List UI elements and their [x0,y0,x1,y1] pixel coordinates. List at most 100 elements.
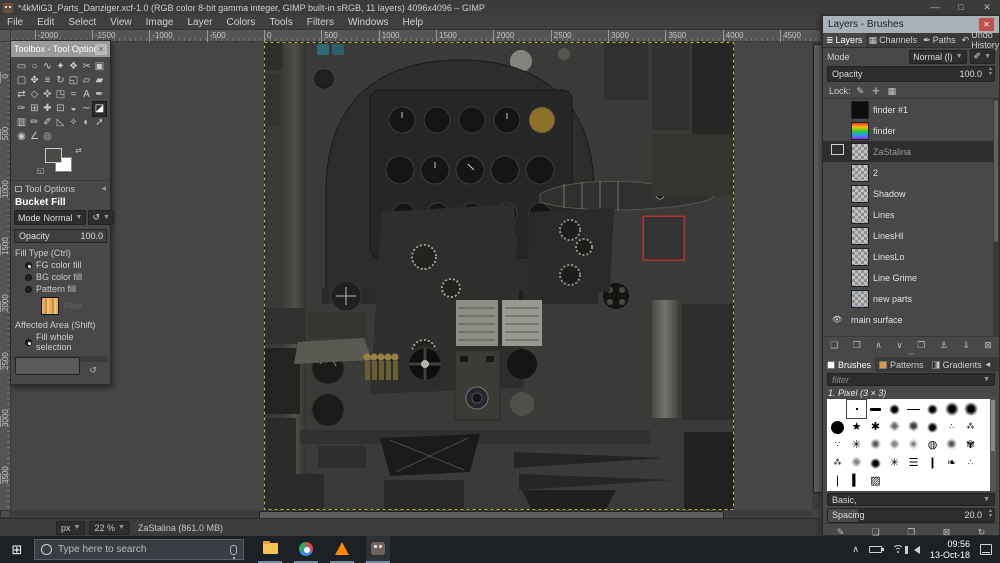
layer-row-shadow[interactable]: Shadow [823,183,999,204]
default-colors-icon[interactable]: ◱ [37,166,45,175]
panel-menu-icon[interactable]: ◂ [101,183,106,194]
tool-airbrush[interactable]: ✧ [67,116,80,130]
menu-windows[interactable]: Windows [341,17,396,28]
tool-move[interactable]: ✥ [28,74,41,88]
menu-image[interactable]: Image [139,17,181,28]
tool-heal[interactable]: ✚ [41,102,54,116]
new-layer-group-button[interactable]: ❒ [853,340,861,351]
layer-visibility-toggle[interactable] [827,270,847,285]
brush-swatch[interactable]: ❉ [885,418,904,436]
tool-free-select[interactable]: ∿ [41,60,54,74]
brush-swatch[interactable]: ⁂ [961,418,980,436]
brush-swatch[interactable] [828,418,847,436]
paint-mode-dropdown[interactable]: ModeNormal▼ [14,210,86,225]
layer-visibility-toggle[interactable] [827,144,847,159]
brush-swatch[interactable] [961,400,980,418]
tool-eraser[interactable]: ◺ [54,116,67,130]
layer-row-new-parts[interactable]: new parts [823,288,999,309]
menu-view[interactable]: View [103,17,139,28]
tool-perspective-clone[interactable]: ⊡ [54,102,67,116]
tool-perspective[interactable]: ▰ [93,74,106,88]
anchor-layer-button[interactable]: ⚓ [940,340,948,351]
brush-swatch[interactable]: ❈ [885,436,904,454]
reset-tool-options-button[interactable]: ↺ [89,365,97,376]
layer-opacity-slider[interactable]: Opacity 100.0 ▲▼ [827,66,995,82]
lock-position-icon[interactable]: ✛ [872,86,880,97]
search-input[interactable]: Type here to search [34,539,244,560]
tab-gradients[interactable]: Gradients [928,357,986,372]
tool-ellipse-select[interactable]: ○ [28,60,41,74]
tool-flip[interactable]: ⇄ [15,88,28,102]
toolbox-titlebar[interactable]: Toolbox - Tool Options ✕ [11,41,110,57]
tool-dodge-burn[interactable]: ◐ [80,116,93,130]
brush-swatch[interactable] [828,400,847,418]
gimp-titlebar[interactable]: *4kMiG3_Parts_Danziger.xcf-1.0 (RGB colo… [0,0,1000,15]
brush-swatch[interactable]: ∴ [942,418,961,436]
tab-paths[interactable]: ✒Paths [920,33,959,47]
tool-scale[interactable]: ◱ [67,74,80,88]
layer-visibility-toggle[interactable] [827,207,847,222]
fill-whole-selection-radio[interactable]: Fill whole selection [11,331,110,353]
brush-swatch[interactable]: ◍ [923,436,942,454]
tool-measure[interactable]: ∠ [28,130,41,144]
menu-edit[interactable]: Edit [30,17,61,28]
taskbar-app-chrome[interactable] [294,536,318,563]
menu-colors[interactable]: Colors [219,17,262,28]
brush-swatch[interactable]: ✳ [885,454,904,472]
fill-type-radio-fg-color-fill[interactable]: FG color fill [11,259,110,271]
tab-undo-history[interactable]: ↶Undo History [959,33,1000,47]
brush-swatch[interactable]: ❋ [942,436,961,454]
delete-layer-button[interactable]: ⊠ [984,340,992,351]
blend-space-dropdown[interactable]: ✐▼ [970,49,995,64]
brush-swatch[interactable]: ∵ [828,436,847,454]
tool-pencil[interactable]: ✏ [28,116,41,130]
panel-menu-icon[interactable]: ◂ [986,359,991,370]
brush-swatch[interactable]: ❈ [847,454,866,472]
duplicate-layer-button[interactable]: ❐ [917,340,925,351]
maximize-button[interactable]: □ [948,0,974,15]
spinner-arrows[interactable]: ▲▼ [988,67,993,77]
brush-swatch[interactable] [923,400,942,418]
horizontal-ruler[interactable]: -2000-1500-1000-500050010001500200025003… [11,30,820,42]
tool-handle-transform[interactable]: ✜ [41,88,54,102]
tool-unified-transform[interactable]: ◇ [28,88,41,102]
menu-tools[interactable]: Tools [262,17,299,28]
tool-opacity-slider[interactable]: Opacity 100.0 [14,229,107,243]
unit-dropdown[interactable]: px▼ [56,521,85,535]
tool-fuzzy-select[interactable]: ✦ [54,60,67,74]
layer-mode-dropdown[interactable]: Normal (l)▼ [909,50,966,64]
new-layer-button[interactable]: ❏ [830,340,838,351]
tool-cage-transform[interactable]: ◳ [54,88,67,102]
raise-layer-button[interactable]: ∧ [875,340,882,351]
tab-channels[interactable]: ▦Channels [866,33,921,47]
zoom-dropdown[interactable]: 22 %▼ [89,521,129,535]
tool-shear[interactable]: ▱ [80,74,93,88]
tool-gradient[interactable]: ▥ [15,116,28,130]
brush-swatch[interactable]: ✳ [904,436,923,454]
tool-scissors-select[interactable]: ✂ [80,60,93,74]
layer-visibility-toggle[interactable] [827,165,847,180]
layer-row-lines[interactable]: Lines [823,204,999,225]
clock[interactable]: 09:56 13-Oct-18 [930,539,970,560]
canvas-area[interactable] [11,42,812,510]
tool-smudge[interactable]: ∼ [80,102,93,116]
brush-swatch[interactable] [923,418,942,436]
brush-swatch[interactable]: ❙ [923,454,942,472]
taskbar-app-file-explorer[interactable] [258,536,282,563]
lock-pixels-icon[interactable]: ✎ [857,86,865,97]
tool-foreground-select[interactable]: ▣ [93,60,106,74]
layer-visibility-toggle[interactable] [827,186,847,201]
canvas-horizontal-scrollbar[interactable] [11,510,812,518]
brush-group-dropdown[interactable]: Basic, ▼ [827,493,995,506]
canvas-image[interactable] [264,42,734,510]
tool-clone[interactable]: ⊞ [28,102,41,116]
brush-swatch[interactable] [847,400,866,418]
close-button[interactable]: ✕ [974,0,1000,15]
taskbar-app-gimp[interactable] [366,536,390,563]
layer-visibility-toggle[interactable] [827,102,847,117]
tool-alignment[interactable]: ≡ [41,74,54,88]
tool-crop[interactable]: ▢ [15,74,28,88]
spinner-arrows[interactable]: ▲▼ [988,509,993,519]
menu-file[interactable]: File [0,17,30,28]
brush-swatch[interactable] [904,400,923,418]
